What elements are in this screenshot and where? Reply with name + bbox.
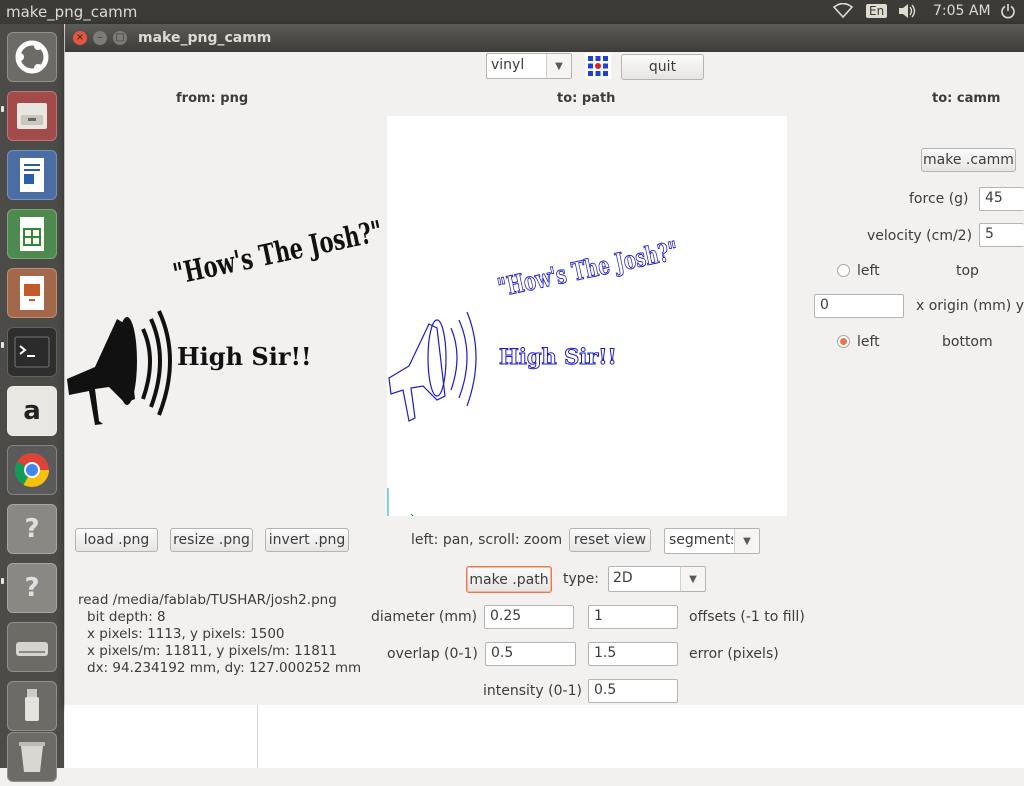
resize-png-button[interactable]: resize .png: [170, 528, 253, 552]
type-select[interactable]: 2D ▼: [608, 566, 706, 592]
fab-logo-icon: [585, 53, 611, 83]
amazon-icon[interactable]: a: [7, 386, 57, 436]
writer-icon[interactable]: [7, 150, 57, 200]
wifi-icon[interactable]: [832, 2, 854, 23]
diameter-field[interactable]: 0.25: [484, 605, 574, 629]
origin-radio-left-top[interactable]: [837, 264, 850, 277]
intensity-label: intensity (0-1): [483, 683, 582, 699]
chevron-down-icon: ▼: [680, 567, 705, 591]
to-camm-header: to: camm: [932, 91, 1001, 106]
origin-x-field[interactable]: 0: [814, 294, 904, 318]
origin-radio-left-bottom[interactable]: [837, 335, 850, 348]
type-label: type:: [563, 571, 599, 587]
view-hint: left: pan, scroll: zoom: [411, 532, 563, 548]
png-text-line2: High Sir!!: [177, 342, 312, 371]
radio-left-label: left: [857, 334, 880, 350]
launcher: a ? ?: [0, 24, 64, 782]
from-png-header: from: png: [176, 91, 249, 106]
origin-label: x origin (mm) y: [916, 298, 1024, 314]
machine-select[interactable]: vinyl ▼: [486, 53, 572, 79]
force-field[interactable]: 45: [979, 187, 1024, 211]
calc-icon[interactable]: [7, 209, 57, 259]
help-icon[interactable]: ?: [7, 504, 57, 554]
info-line: bit depth: 8: [87, 609, 166, 625]
radio-left-label: left: [857, 263, 880, 279]
keyboard-language-indicator[interactable]: En: [866, 4, 888, 18]
terminal-icon[interactable]: [7, 327, 57, 377]
chrome-icon[interactable]: [7, 445, 57, 495]
info-line: read /media/fablab/TUSHAR/josh2.png: [78, 592, 337, 608]
impress-icon[interactable]: [7, 268, 57, 318]
to-path-header: to: path: [557, 91, 616, 106]
app-window: × – □ make_png_camm vinyl ▼ quit from: p…: [65, 24, 1024, 705]
radio-top-label: top: [956, 263, 979, 279]
offsets-field[interactable]: 1: [588, 605, 678, 629]
info-line: x pixels/m: 11811, y pixels/m: 11811: [87, 643, 338, 659]
overlap-label: overlap (0-1): [387, 646, 478, 662]
ubuntu-dash-icon[interactable]: [7, 32, 57, 82]
clock-time[interactable]: 7:05 AM: [933, 3, 991, 19]
path-mode-select[interactable]: segments ▼: [664, 528, 760, 554]
info-line: x pixels: 1113, y pixels: 1500: [87, 626, 285, 642]
top-panel-app-title: make_png_camm: [6, 3, 138, 21]
chevron-down-icon: ▼: [734, 529, 759, 553]
radio-bottom-label: bottom: [942, 334, 993, 350]
quit-button[interactable]: quit: [621, 54, 704, 80]
volume-icon[interactable]: [897, 3, 917, 23]
window-title: make_png_camm: [138, 30, 272, 46]
reset-view-button[interactable]: reset view: [569, 528, 651, 552]
window-titlebar[interactable]: × – □ make_png_camm: [65, 24, 1024, 52]
files-icon[interactable]: [7, 91, 57, 141]
minimize-icon[interactable]: –: [93, 31, 107, 45]
error-field[interactable]: 1.5: [588, 642, 678, 666]
invert-png-button[interactable]: invert .png: [265, 528, 349, 552]
make-path-button[interactable]: make .path: [466, 566, 552, 593]
velocity-label: velocity (cm/2): [867, 228, 973, 244]
path-canvas[interactable]: "How's The Josh?" High Sir!!: [387, 116, 787, 516]
velocity-field[interactable]: 5: [979, 223, 1024, 247]
trash-icon[interactable]: [7, 732, 57, 782]
offsets-label: offsets (-1 to fill): [689, 609, 805, 625]
make-camm-button[interactable]: make .camm: [921, 148, 1016, 172]
background-window: [65, 705, 1024, 768]
path-megaphone-icon: [387, 311, 477, 516]
intensity-field[interactable]: 0.5: [588, 679, 678, 703]
error-label: error (pixels): [689, 646, 779, 662]
overlap-field[interactable]: 0.5: [485, 642, 576, 666]
maximize-icon[interactable]: □: [113, 31, 127, 45]
chevron-down-icon: ▼: [546, 54, 571, 78]
load-png-button[interactable]: load .png: [75, 528, 158, 552]
path-text-line2: High Sir!!: [499, 344, 618, 370]
usb-icon[interactable]: [7, 681, 57, 731]
top-panel: make_png_camm En 7:05 AM: [0, 0, 1024, 24]
diameter-label: diameter (mm): [371, 609, 478, 625]
info-line: dx: 94.234192 mm, dy: 127.000252 mm: [87, 660, 362, 676]
power-icon[interactable]: [1000, 3, 1016, 23]
close-icon[interactable]: ×: [73, 31, 87, 45]
disk-icon[interactable]: [7, 622, 57, 672]
force-label: force (g): [909, 191, 969, 207]
help-icon-2[interactable]: ?: [7, 563, 57, 613]
